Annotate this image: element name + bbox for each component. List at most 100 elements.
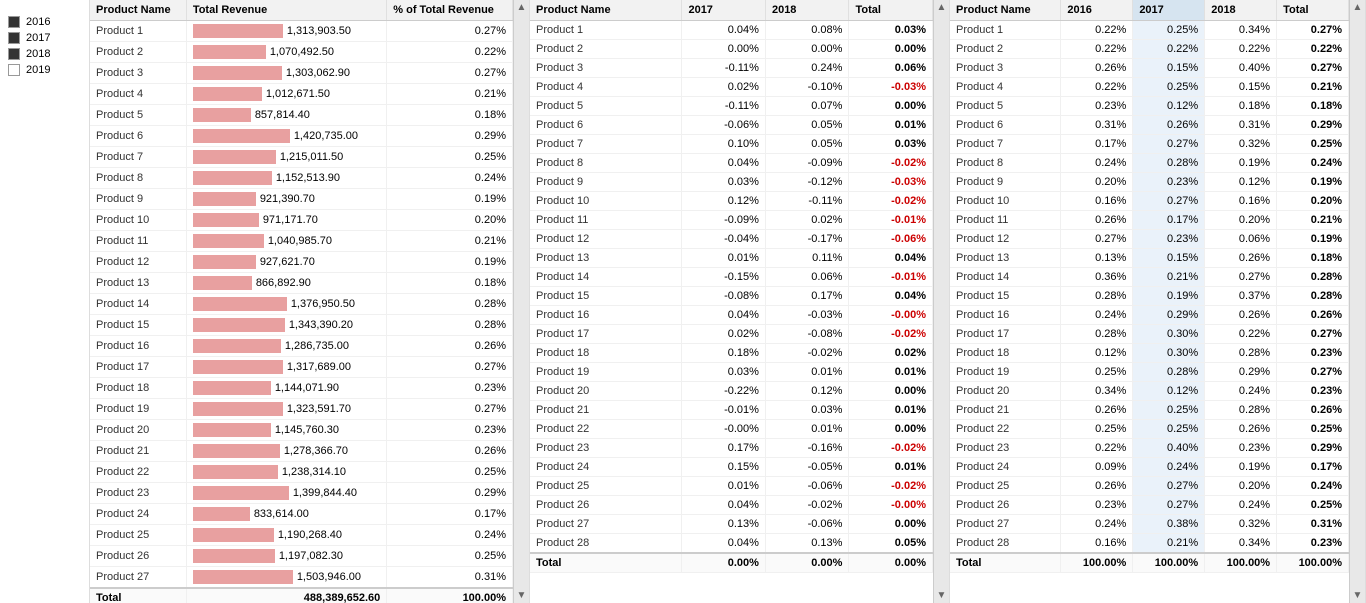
y2017-cell: 0.25% bbox=[1133, 401, 1205, 420]
th3-name[interactable]: Product Name bbox=[950, 0, 1061, 21]
y2018-cell: 0.05% bbox=[765, 116, 849, 135]
total-cell: 0.05% bbox=[849, 534, 933, 554]
scroll-down-icon3[interactable]: ▼ bbox=[1353, 590, 1363, 601]
th1-revenue[interactable]: Total Revenue bbox=[186, 0, 386, 21]
table-row: Product 28 0.04% 0.13% 0.05% bbox=[530, 534, 933, 554]
total-cell: 0.00% bbox=[849, 382, 933, 401]
table-row: Product 27 0.24% 0.38% 0.32% 0.31% bbox=[950, 515, 1349, 534]
y2017-cell: 0.01% bbox=[682, 477, 766, 496]
total-cell: 0.17% bbox=[1277, 458, 1349, 477]
y2018-cell: -0.16% bbox=[765, 439, 849, 458]
table2: Product Name 2017 2018 Total Product 1 0… bbox=[530, 0, 933, 573]
table-row: Product 17 0.28% 0.30% 0.22% 0.27% bbox=[950, 325, 1349, 344]
table1-container[interactable]: Product Name Total Revenue % of Total Re… bbox=[90, 0, 513, 603]
table-row: Product 3 -0.11% 0.24% 0.06% bbox=[530, 59, 933, 78]
total-cell: -0.00% bbox=[849, 496, 933, 515]
table3-container[interactable]: Product Name 2016 2017 2018 Total Produc… bbox=[950, 0, 1349, 603]
total-label: Total bbox=[950, 553, 1061, 573]
total-y2018: 0.00% bbox=[765, 553, 849, 573]
total-cell: -0.02% bbox=[849, 477, 933, 496]
table-row: Product 3 1,303,062.90 0.27% bbox=[90, 63, 513, 84]
revenue-cell: 1,323,591.70 bbox=[186, 399, 386, 420]
pct-cell: 0.28% bbox=[387, 294, 513, 315]
product-name: Product 13 bbox=[90, 273, 186, 294]
pct-cell: 0.25% bbox=[387, 462, 513, 483]
product-name: Product 11 bbox=[950, 211, 1061, 230]
y2017-cell: 0.25% bbox=[1133, 420, 1205, 439]
y2018-cell: 0.32% bbox=[1205, 135, 1277, 154]
table-row: Product 1 0.04% 0.08% 0.03% bbox=[530, 21, 933, 40]
revenue-cell: 1,070,492.50 bbox=[186, 42, 386, 63]
total-cell: 0.01% bbox=[849, 116, 933, 135]
table2-container[interactable]: Product Name 2017 2018 Total Product 1 0… bbox=[530, 0, 933, 603]
product-name: Product 12 bbox=[950, 230, 1061, 249]
th2-name[interactable]: Product Name bbox=[530, 0, 682, 21]
table-row: Product 12 0.27% 0.23% 0.06% 0.19% bbox=[950, 230, 1349, 249]
table-row: Product 16 0.24% 0.29% 0.26% 0.26% bbox=[950, 306, 1349, 325]
product-name: Product 6 bbox=[90, 126, 186, 147]
y2017-cell: 0.24% bbox=[1133, 458, 1205, 477]
total-cell: 0.27% bbox=[1277, 363, 1349, 382]
product-name: Product 1 bbox=[530, 21, 682, 40]
y2017-cell: -0.06% bbox=[682, 116, 766, 135]
th3-total[interactable]: Total bbox=[1277, 0, 1349, 21]
product-name: Product 16 bbox=[90, 336, 186, 357]
y2016-cell: 0.20% bbox=[1061, 173, 1133, 192]
product-name: Product 18 bbox=[90, 378, 186, 399]
total-cell: -0.02% bbox=[849, 192, 933, 211]
scroll-down-icon[interactable]: ▼ bbox=[517, 590, 527, 601]
revenue-cell: 1,376,950.50 bbox=[186, 294, 386, 315]
th2-2018[interactable]: 2018 bbox=[765, 0, 849, 21]
scroll-up-icon[interactable]: ▲ bbox=[517, 2, 527, 13]
product-name: Product 17 bbox=[530, 325, 682, 344]
legend-item-2019[interactable]: 2019 bbox=[8, 64, 81, 76]
table-row: Product 16 0.04% -0.03% -0.00% bbox=[530, 306, 933, 325]
table-row: Product 4 0.02% -0.10% -0.03% bbox=[530, 78, 933, 97]
table-row: Product 19 0.25% 0.28% 0.29% 0.27% bbox=[950, 363, 1349, 382]
y2018-cell: 0.19% bbox=[1205, 154, 1277, 173]
total-cell: -0.01% bbox=[849, 211, 933, 230]
product-name: Product 14 bbox=[950, 268, 1061, 287]
table-row: Product 18 0.12% 0.30% 0.28% 0.23% bbox=[950, 344, 1349, 363]
table3-scrollbar[interactable]: ▲ ▼ bbox=[1349, 0, 1365, 603]
y2017-cell: -0.15% bbox=[682, 268, 766, 287]
product-name: Product 15 bbox=[530, 287, 682, 306]
y2018-cell: 0.17% bbox=[765, 287, 849, 306]
th1-name[interactable]: Product Name bbox=[90, 0, 186, 21]
table2-scrollbar[interactable]: ▲ ▼ bbox=[933, 0, 949, 603]
product-name: Product 15 bbox=[950, 287, 1061, 306]
scroll-up-icon2[interactable]: ▲ bbox=[937, 2, 947, 13]
scroll-down-icon2[interactable]: ▼ bbox=[937, 590, 947, 601]
th3-2018[interactable]: 2018 bbox=[1205, 0, 1277, 21]
revenue-cell: 1,238,314.10 bbox=[186, 462, 386, 483]
y2017-cell: 0.03% bbox=[682, 363, 766, 382]
legend-item-2018[interactable]: 2018 bbox=[8, 48, 81, 60]
scroll-up-icon3[interactable]: ▲ bbox=[1353, 2, 1363, 13]
product-name: Product 18 bbox=[530, 344, 682, 363]
product-name: Product 25 bbox=[530, 477, 682, 496]
th1-pct[interactable]: % of Total Revenue bbox=[387, 0, 513, 21]
table1-scrollbar[interactable]: ▲ ▼ bbox=[513, 0, 529, 603]
total-y2018: 100.00% bbox=[1205, 553, 1277, 573]
legend-item-2016[interactable]: 2016 bbox=[8, 16, 81, 28]
y2017-cell: 0.28% bbox=[1133, 154, 1205, 173]
table-row: Product 22 -0.00% 0.01% 0.00% bbox=[530, 420, 933, 439]
y2017-cell: 0.40% bbox=[1133, 439, 1205, 458]
th2-total[interactable]: Total bbox=[849, 0, 933, 21]
th3-2017[interactable]: 2017 bbox=[1133, 0, 1205, 21]
y2018-cell: -0.12% bbox=[765, 173, 849, 192]
y2017-cell: 0.13% bbox=[682, 515, 766, 534]
revenue-cell: 971,171.70 bbox=[186, 210, 386, 231]
product-name: Product 10 bbox=[530, 192, 682, 211]
y2017-cell: 0.19% bbox=[1133, 287, 1205, 306]
product-name: Product 27 bbox=[90, 567, 186, 589]
legend-item-2017[interactable]: 2017 bbox=[8, 32, 81, 44]
product-name: Product 24 bbox=[90, 504, 186, 525]
th2-2017[interactable]: 2017 bbox=[682, 0, 766, 21]
y2017-cell: 0.23% bbox=[1133, 173, 1205, 192]
product-name: Product 12 bbox=[530, 230, 682, 249]
y2016-cell: 0.27% bbox=[1061, 230, 1133, 249]
th3-2016[interactable]: 2016 bbox=[1061, 0, 1133, 21]
total-cell: 0.26% bbox=[1277, 401, 1349, 420]
total-cell: 0.26% bbox=[1277, 306, 1349, 325]
